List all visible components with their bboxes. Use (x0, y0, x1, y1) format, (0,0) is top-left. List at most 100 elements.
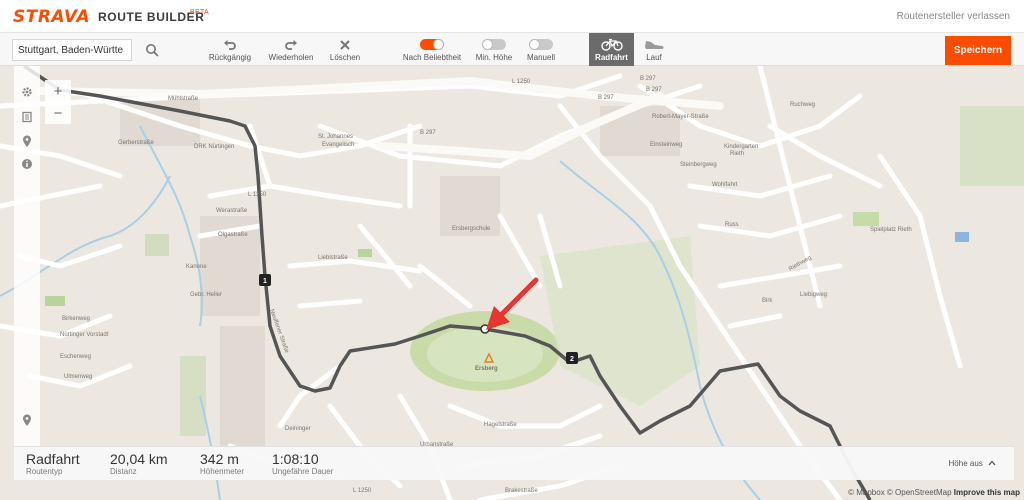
map-attribution: © Mapbox © OpenStreetMap Improve this ma… (848, 488, 1020, 497)
popularity-toggle[interactable]: Nach Beliebtheit (398, 36, 466, 65)
route-stats-bar: Radfahrt Routentyp 20,04 km Distanz 342 … (14, 446, 1014, 480)
location-search-input[interactable] (12, 39, 132, 61)
map-label: Nürtinger Vorstadt (60, 332, 109, 338)
map-label: Kindergarten (724, 144, 758, 150)
map-label: Evangelisch (322, 142, 354, 148)
elevation-value: 342 m (200, 451, 239, 467)
zoom-out-button[interactable]: − (45, 102, 71, 124)
map-label: Deininger (285, 426, 311, 432)
beta-badge: BETA (190, 9, 209, 16)
map-label: Hagelstraße (484, 422, 517, 428)
drop-pin-button[interactable] (14, 409, 40, 431)
route-type-value: Radfahrt (26, 451, 80, 467)
map-label: Ulmenweg (64, 374, 92, 380)
stat-elevation: 342 m Höhenmeter (200, 451, 244, 477)
map-pin-icon (23, 414, 31, 426)
route-marker-2-label: 2 (570, 356, 574, 363)
mapbox-attribution[interactable]: © Mapbox (848, 488, 885, 497)
minus-icon: − (53, 104, 63, 122)
popularity-label: Nach Beliebtheit (402, 53, 462, 62)
improve-map-link[interactable]: Improve this map (954, 488, 1020, 497)
duration-value: 1:08:10 (272, 451, 319, 467)
search-button[interactable] (138, 37, 166, 63)
elevation-toggle-button[interactable]: Höhe aus (949, 459, 996, 468)
map-label: Birkenweg (62, 316, 90, 322)
map-label: Mühlstraße (168, 96, 199, 102)
clear-button[interactable]: Löschen (326, 36, 364, 65)
min-elevation-label: Min. Höhe (475, 53, 513, 62)
map-label: Spielplatz Rieth (870, 227, 912, 233)
min-elevation-toggle[interactable]: Min. Höhe (474, 36, 514, 65)
redo-button[interactable]: Wiederholen (263, 36, 319, 65)
product-title: ROUTE BUILDER (98, 10, 205, 24)
undo-button[interactable]: Rückgängig (204, 36, 256, 65)
elevation-toggle-label: Höhe aus (948, 459, 983, 468)
map-label: L 1250 (248, 192, 267, 198)
redo-icon (285, 39, 297, 50)
map-label: Brakestraße (505, 488, 538, 494)
sport-ride-label: Radfahrt (595, 52, 628, 62)
map-label: B 297 (640, 76, 656, 82)
map-label: Einsteinweg (650, 142, 682, 148)
distance-caption: Distanz (110, 467, 137, 476)
route-marker-2[interactable]: 2 (566, 352, 578, 364)
duration-caption: Ungefähre Dauer (272, 467, 334, 476)
undo-icon (224, 39, 236, 50)
map-canvas[interactable]: 1 2 Mühlstraße Gerberstraße DRK Nürtinge… (0, 66, 1024, 500)
map-label: Eschenweg (60, 354, 91, 360)
route-marker-1-label: 1 (263, 278, 267, 285)
min-elevation-switch[interactable] (482, 39, 506, 50)
map-label: Ersbergschule (452, 226, 491, 232)
gear-icon (22, 87, 32, 97)
shoe-icon (645, 40, 664, 49)
stat-route-type: Radfahrt Routentyp (26, 451, 80, 477)
map-label: Ruchweg (790, 102, 815, 108)
leave-route-builder-link[interactable]: Routenersteller verlassen (897, 11, 1010, 22)
map-label: Liebigweg (800, 292, 827, 298)
close-icon (340, 39, 350, 50)
zoom-in-button[interactable]: + (45, 80, 71, 102)
map-label: Lieblstraße (318, 255, 348, 261)
location-pin-icon (23, 135, 31, 147)
map-label: Kanone (186, 264, 207, 270)
settings-button[interactable] (14, 81, 40, 103)
save-button[interactable]: Speichern (945, 36, 1011, 65)
elevation-caption: Höhenmeter (200, 467, 245, 476)
redo-label: Wiederholen (268, 53, 314, 62)
stat-duration: 1:08:10 Ungefähre Dauer (272, 451, 333, 477)
map-label: Gebr. Heller (190, 292, 222, 298)
layers-icon (22, 111, 32, 123)
manual-label: Manuell (526, 53, 555, 62)
search-icon (146, 44, 159, 57)
stat-distance: 20,04 km Distanz (110, 451, 168, 477)
map-label: Rieth (730, 151, 744, 157)
map-label: Ersberg (475, 366, 498, 372)
sport-run-button[interactable]: Lauf (634, 33, 674, 66)
map-label: Werastraße (216, 208, 248, 214)
osm-attribution[interactable]: © OpenStreetMap (887, 488, 952, 497)
map-label: St. Johannes (318, 134, 353, 140)
location-button[interactable] (14, 130, 40, 152)
top-header: STRAVA ROUTE BUILDER BETA Routenerstelle… (0, 0, 1024, 33)
map-label: B 297 (646, 87, 662, 93)
info-icon (22, 159, 32, 169)
undo-label: Rückgängig (208, 53, 252, 62)
map-label: B 297 (598, 95, 614, 101)
manual-toggle[interactable]: Manuell (522, 36, 560, 65)
popularity-switch[interactable] (420, 39, 444, 50)
route-type-caption: Routentyp (26, 467, 63, 476)
manual-switch[interactable] (529, 39, 553, 50)
route-marker-1[interactable]: 1 (259, 274, 271, 286)
plus-icon: + (53, 82, 63, 100)
map-label: Gerberstraße (118, 140, 154, 146)
map-label: L 1250 (512, 79, 531, 85)
sport-ride-button[interactable]: Radfahrt (589, 33, 634, 66)
toolbar: Rückgängig Wiederholen Löschen Nach Beli… (0, 33, 1024, 66)
map-layers-button[interactable] (14, 106, 40, 128)
info-button[interactable] (14, 153, 40, 175)
strava-logo[interactable]: STRAVA (13, 7, 90, 27)
map-svg[interactable]: 1 2 Mühlstraße Gerberstraße DRK Nürtinge… (0, 66, 1024, 500)
map-label: Steinbergweg (680, 162, 717, 168)
map-label: Olgastraße (218, 232, 248, 238)
sport-run-label: Lauf (646, 52, 662, 62)
